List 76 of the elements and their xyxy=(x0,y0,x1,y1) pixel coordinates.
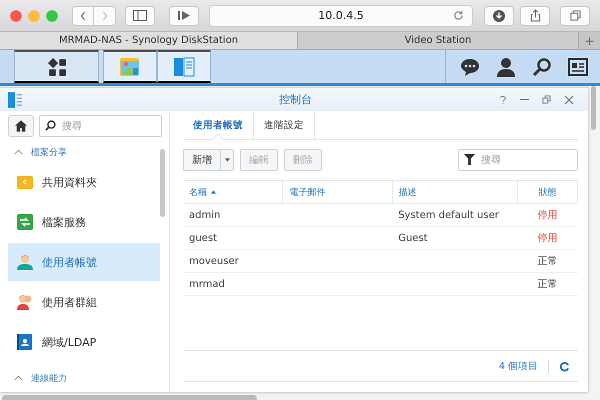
sort-arrow-icon xyxy=(211,190,216,194)
play-icon xyxy=(177,10,191,21)
refresh-icon[interactable] xyxy=(559,360,570,372)
restore-icon[interactable] xyxy=(542,95,551,104)
grid-icon xyxy=(48,58,66,76)
new-tab-button[interactable]: + xyxy=(584,34,595,48)
home-button[interactable] xyxy=(8,115,34,137)
sidebar-item[interactable]: 檔案服務 xyxy=(8,203,160,241)
search-icon[interactable] xyxy=(532,56,552,76)
taskbar-app-button[interactable] xyxy=(157,50,211,83)
table-cell: mrmad xyxy=(183,272,283,296)
share-button[interactable] xyxy=(520,6,550,26)
sidebar-item[interactable]: 網域/LDAP xyxy=(8,323,160,361)
share-icon xyxy=(530,9,540,22)
search-field[interactable]: 搜尋 xyxy=(39,115,162,137)
chevron-up-icon xyxy=(14,375,23,381)
chat-icon[interactable] xyxy=(460,56,480,76)
home-icon xyxy=(15,120,27,132)
column-header[interactable]: 名稱 xyxy=(183,181,283,204)
add-button[interactable]: 新增 xyxy=(183,149,234,171)
search-icon xyxy=(45,120,56,131)
sidebar-icon xyxy=(133,10,147,21)
chevron-right-icon xyxy=(102,10,108,20)
back-button[interactable] xyxy=(72,6,94,26)
control-panel-icon xyxy=(8,92,22,108)
help-icon[interactable] xyxy=(499,94,507,104)
section-header[interactable]: 連線能力 xyxy=(0,367,169,389)
sidebar-item[interactable]: 使用者帳號 xyxy=(8,243,160,281)
download-icon xyxy=(493,10,505,22)
chevron-left-icon xyxy=(80,10,86,20)
control-panel-icon xyxy=(172,54,196,78)
section-header[interactable]: 檔案分享 xyxy=(0,141,169,163)
filter-field[interactable]: 搜尋 xyxy=(458,149,578,171)
user-icon[interactable] xyxy=(496,56,516,76)
table-cell: guest xyxy=(183,226,283,250)
sidebar-scrollbar[interactable] xyxy=(160,149,165,217)
user-icon xyxy=(16,253,34,271)
taskbar-app-button[interactable] xyxy=(103,50,157,83)
sidebar-button[interactable] xyxy=(125,6,155,26)
column-header[interactable]: 狀態 xyxy=(517,181,578,204)
table-cell: admin xyxy=(183,204,283,226)
folder-icon xyxy=(16,173,34,191)
sidebar-item[interactable]: 共用資料夾 xyxy=(8,163,160,201)
horizontal-scrollbar[interactable] xyxy=(2,395,257,400)
browser-tab[interactable]: MRMAD-NAS - Synology DiskStation xyxy=(0,32,298,49)
table-cell: System default user xyxy=(392,204,518,226)
caret-icon xyxy=(225,158,230,162)
service-icon xyxy=(16,213,34,231)
directory-icon xyxy=(16,333,34,351)
tab[interactable]: 進階設定 xyxy=(254,111,315,139)
tabs-icon xyxy=(570,10,580,21)
column-header[interactable]: 電子郵件 xyxy=(282,181,392,204)
status-cell: 停用 xyxy=(517,226,578,250)
main-menu-button[interactable] xyxy=(14,50,99,83)
close-button[interactable] xyxy=(10,10,22,22)
reader-button[interactable] xyxy=(169,6,199,26)
filter-icon xyxy=(464,154,475,165)
status-cell: 正常 xyxy=(517,250,578,272)
chevron-up-icon xyxy=(14,149,23,155)
window-title: 控制台 xyxy=(278,92,313,107)
download-button[interactable] xyxy=(484,6,514,26)
item-count: 4 個項目 xyxy=(498,360,549,372)
browser-tab[interactable]: Video Station xyxy=(298,32,579,49)
table-cell: Guest xyxy=(392,226,518,250)
status-cell: 停用 xyxy=(517,204,578,226)
column-header[interactable]: 描述 xyxy=(392,181,518,204)
widgets-icon[interactable] xyxy=(568,58,588,76)
status-cell: 正常 xyxy=(517,272,578,296)
address-text: 10.0.4.5 xyxy=(318,9,364,22)
group-icon xyxy=(16,293,34,311)
close-icon[interactable] xyxy=(564,94,574,104)
table-cell: moveuser xyxy=(183,250,283,272)
address-field[interactable]: 10.0.4.5 xyxy=(209,4,473,26)
sidebar-item[interactable]: 使用者群組 xyxy=(8,283,160,321)
tabs-button[interactable] xyxy=(560,6,590,26)
reload-icon xyxy=(453,10,464,20)
